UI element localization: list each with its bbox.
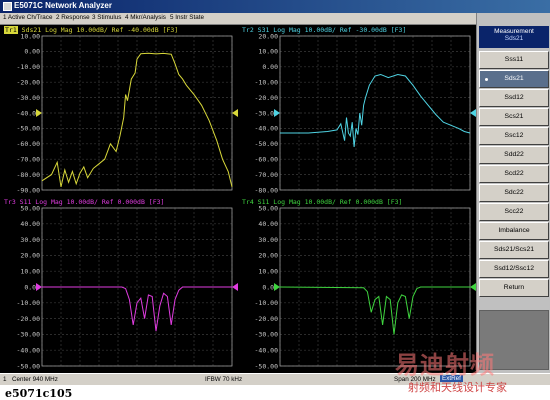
y-tick-label: 30.00	[258, 236, 278, 244]
y-tick-label: -80.00	[17, 171, 41, 179]
y-tick-label: 20.00	[258, 32, 278, 40]
y-tick-label: -10.00	[255, 79, 279, 87]
watermark: 易迪射频 射频和天线设计专家	[370, 345, 548, 397]
softkey-label: Return	[503, 284, 525, 291]
softkey-return[interactable]: Return	[479, 279, 549, 297]
softkey-label: Ssc12	[504, 132, 524, 139]
trace-panel-2[interactable]: Tr2 S31 Log Mag 10.00dB/ Ref -30.00dB [F…	[238, 25, 476, 197]
y-tick-label: -20.00	[255, 94, 279, 102]
menu-instr-state[interactable]: 5 Instr State	[170, 14, 204, 21]
y-tick-label: 10.00	[258, 48, 278, 56]
softkey-label: Imbalance	[498, 227, 530, 234]
y-tick-label: -40.00	[255, 347, 279, 355]
softkey-sds21-scs21[interactable]: Sds21/Scs21	[479, 241, 549, 259]
softkey-label: Scc22	[504, 208, 524, 215]
softkey-label: Sds21/Scs21	[493, 246, 535, 253]
softkey-label: Sss11	[504, 56, 524, 63]
y-tick-label: 30.00	[20, 236, 40, 244]
y-tick-label: 0.00	[262, 63, 278, 71]
softkey-label: Ssd12/Ssc12	[493, 265, 535, 272]
y-tick-label: 20.00	[258, 252, 278, 260]
softkey-label: Sdd22	[504, 151, 524, 158]
status-center: Center 940 MHz	[12, 376, 58, 383]
menu-mkr-analysis[interactable]: 4 Mkr/Analysis	[125, 14, 166, 21]
plot-area: Tr1 Sds21 Log Mag 10.00dB/ Ref -40.00dB …	[0, 25, 476, 373]
softkey-ssd12-ssc12[interactable]: Ssd12/Ssc12	[479, 260, 549, 278]
menu-response[interactable]: 2 Response	[56, 14, 90, 21]
y-tick-label: -50.00	[255, 362, 279, 370]
y-tick-label: 10.00	[20, 32, 40, 40]
y-tick-label: 0.00	[24, 48, 40, 56]
y-tick-label: -20.00	[17, 79, 41, 87]
y-tick-label: 40.00	[258, 220, 278, 228]
trace-panel-3[interactable]: Tr3 S11 Log Mag 10.00dB/ Ref 0.000dB [F3…	[0, 197, 238, 373]
trace-panel-1[interactable]: Tr1 Sds21 Log Mag 10.00dB/ Ref -40.00dB …	[0, 25, 238, 197]
y-tick-label: -50.00	[255, 140, 279, 148]
softkey-sdd22[interactable]: Sdd22	[479, 146, 549, 164]
selected-dot-icon	[485, 78, 488, 81]
softkey-scc22[interactable]: Scc22	[479, 203, 549, 221]
softkey-imbalance[interactable]: Imbalance	[479, 222, 549, 240]
trace4-curve	[279, 286, 470, 335]
y-tick-label: -30.00	[17, 94, 41, 102]
y-tick-label: -40.00	[255, 125, 279, 133]
y-tick-label: -10.00	[255, 299, 279, 307]
y-tick-label: -90.00	[17, 186, 41, 194]
status-ifbw: IFBW 70 kHz	[205, 376, 243, 383]
y-tick-label: 10.00	[258, 268, 278, 276]
softkey-ssd12[interactable]: Ssd12	[479, 89, 549, 107]
softkey-sds21[interactable]: Sds21	[479, 70, 549, 88]
menu-stimulus[interactable]: 3 Stimulus	[92, 14, 121, 21]
y-tick-label: -30.00	[255, 331, 279, 339]
y-tick-label: 40.00	[20, 220, 40, 228]
y-tick-label: -50.00	[17, 362, 41, 370]
trace1-graph: 10.000.00-10.00-20.00-30.00-40.00-50.00-…	[17, 32, 238, 194]
y-tick-label: -60.00	[255, 156, 279, 164]
softkey-label: Scd22	[504, 170, 524, 177]
title-bar: E5071C Network Analyzer	[0, 0, 550, 13]
y-tick-label: -40.00	[17, 347, 41, 355]
image-caption: e5071c105	[5, 387, 73, 400]
softkey-scs21[interactable]: Scs21	[479, 108, 549, 126]
menu-bar: 1 Active Ch/Trace 2 Response 3 Stimulus …	[0, 13, 476, 25]
y-tick-label: -60.00	[17, 140, 41, 148]
status-channel: 1	[3, 376, 7, 383]
y-tick-label: -20.00	[255, 315, 279, 323]
softkey-label: Scs21	[504, 113, 524, 120]
softkey-label: Sds21	[504, 75, 524, 82]
softkey-header-title: Measurement	[494, 28, 534, 35]
softkey-panel: Measurement Sds21 Sss11 Sds21 Ssd12 Scs2…	[476, 13, 550, 373]
menu-active-ch-trace[interactable]: 1 Active Ch/Trace	[3, 14, 52, 21]
watermark-subtitle: 射频和天线设计专家	[408, 381, 507, 394]
y-tick-label: 20.00	[20, 252, 40, 260]
y-tick-label: -70.00	[17, 156, 41, 164]
y-tick-label: -80.00	[255, 186, 279, 194]
y-tick-label: -50.00	[17, 125, 41, 133]
trace3-graph: 50.0040.0030.0020.0010.000.00-10.00-20.0…	[17, 204, 238, 370]
y-tick-label: -10.00	[17, 299, 41, 307]
y-tick-label: 50.00	[258, 204, 278, 212]
softkey-sss11[interactable]: Sss11	[479, 51, 549, 69]
softkey-scd22[interactable]: Scd22	[479, 165, 549, 183]
softkey-sdc22[interactable]: Sdc22	[479, 184, 549, 202]
app-icon	[3, 2, 12, 11]
y-tick-label: -70.00	[255, 171, 279, 179]
softkey-ssc12[interactable]: Ssc12	[479, 127, 549, 145]
y-tick-label: 50.00	[20, 204, 40, 212]
softkey-label: Sdc22	[504, 189, 524, 196]
softkey-header: Measurement Sds21	[479, 26, 549, 48]
softkey-label: Ssd12	[504, 94, 524, 101]
softkey-header-value: Sds21	[504, 35, 524, 42]
y-tick-label: -30.00	[17, 331, 41, 339]
analyzer-window: E5071C Network Analyzer 1 Active Ch/Trac…	[0, 0, 550, 385]
y-tick-label: -20.00	[17, 315, 41, 323]
trace2-graph: 20.0010.000.00-10.00-20.00-30.00-40.00-5…	[255, 32, 476, 194]
window-title: E5071C Network Analyzer	[14, 1, 112, 10]
y-tick-label: 10.00	[20, 268, 40, 276]
watermark-logo-text: 易迪射频	[395, 351, 495, 379]
y-tick-label: -10.00	[17, 63, 41, 71]
